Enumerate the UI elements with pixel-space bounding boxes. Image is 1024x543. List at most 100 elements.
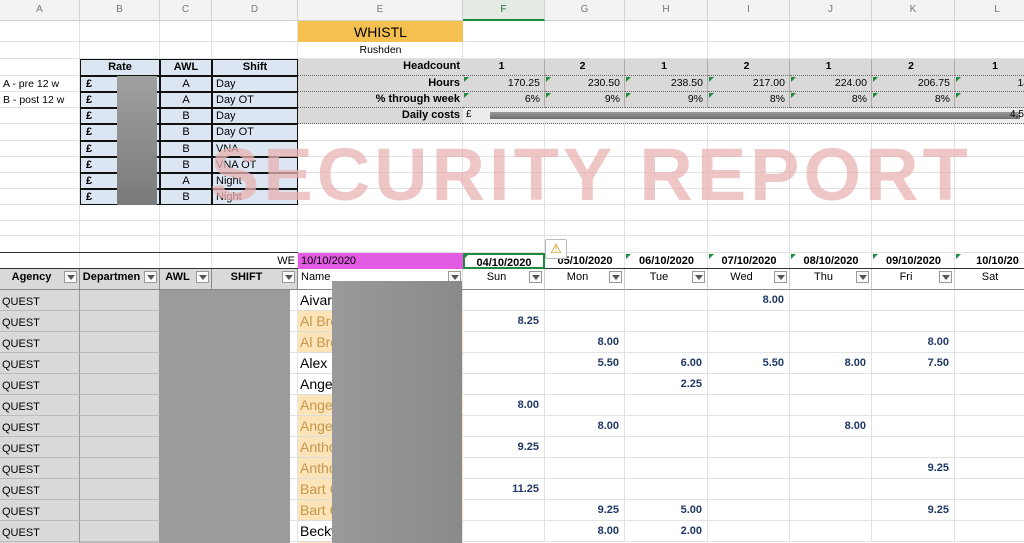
grid-cell[interactable] — [545, 458, 625, 479]
filter-dropdown-button[interactable] — [282, 271, 295, 283]
column-header-a[interactable]: A — [0, 0, 80, 21]
grid-cell[interactable] — [872, 479, 955, 500]
grid-cell[interactable] — [955, 395, 1024, 416]
grid-cell[interactable] — [625, 395, 708, 416]
grid-cell[interactable] — [463, 521, 545, 542]
day-header[interactable]: Sat — [955, 269, 1024, 290]
grid-cell[interactable] — [872, 42, 955, 59]
grid-cell[interactable] — [0, 236, 80, 253]
hours-cell[interactable]: 5. — [955, 479, 1024, 500]
grid-cell[interactable] — [708, 311, 790, 332]
grid-cell[interactable] — [955, 353, 1024, 374]
department-cell[interactable] — [80, 374, 160, 395]
grid-cell[interactable] — [872, 416, 955, 437]
grid-cell[interactable] — [790, 500, 872, 521]
agency-cell[interactable]: QUEST — [0, 290, 80, 311]
department-cell[interactable] — [80, 332, 160, 353]
department-cell[interactable] — [80, 437, 160, 458]
grid-cell[interactable] — [80, 221, 160, 236]
grid-cell[interactable] — [955, 374, 1024, 395]
department-cell[interactable] — [80, 395, 160, 416]
grid-cell[interactable] — [463, 290, 545, 311]
hours-cell[interactable]: 2.25 — [625, 374, 708, 395]
grid-cell[interactable] — [625, 236, 708, 253]
grid-cell[interactable] — [872, 521, 955, 542]
day-header[interactable]: Wed — [708, 269, 790, 290]
hours-cell[interactable]: 2.00 — [625, 521, 708, 542]
grid-cell[interactable] — [463, 374, 545, 395]
grid-cell[interactable] — [80, 205, 160, 221]
grid-cell[interactable] — [545, 374, 625, 395]
grid-cell[interactable] — [80, 42, 160, 59]
grid-cell[interactable] — [545, 290, 625, 311]
grid-cell[interactable] — [160, 221, 212, 236]
day-header[interactable]: Fri — [872, 269, 955, 290]
grid-cell[interactable] — [708, 500, 790, 521]
grid-cell[interactable] — [0, 205, 80, 221]
agency-cell[interactable]: QUEST — [0, 521, 80, 542]
date-header[interactable]: 04/10/2020 — [463, 253, 545, 269]
hours-cell[interactable]: 8.00 — [708, 290, 790, 311]
column-header-d[interactable]: D — [212, 0, 298, 21]
grid-cell[interactable] — [955, 236, 1024, 253]
grid-cell[interactable] — [0, 189, 80, 205]
grid-cell[interactable] — [625, 21, 708, 42]
grid-cell[interactable] — [463, 21, 545, 42]
day-header[interactable]: Tue — [625, 269, 708, 290]
grid-cell[interactable] — [708, 458, 790, 479]
grid-cell[interactable] — [955, 42, 1024, 59]
hours-cell[interactable]: 9.25 — [545, 500, 625, 521]
department-cell[interactable] — [80, 416, 160, 437]
grid-cell[interactable] — [545, 479, 625, 500]
hours-cell[interactable]: 9. — [955, 437, 1024, 458]
grid-cell[interactable] — [955, 290, 1024, 311]
grid-cell[interactable] — [790, 42, 872, 59]
grid-cell[interactable] — [790, 332, 872, 353]
grid-cell[interactable] — [545, 42, 625, 59]
grid-cell[interactable] — [872, 21, 955, 42]
grid-cell[interactable] — [625, 332, 708, 353]
hours-cell[interactable]: 9.25 — [872, 500, 955, 521]
date-header[interactable]: 08/10/2020 — [790, 253, 872, 269]
grid-cell[interactable] — [545, 437, 625, 458]
department-cell[interactable] — [80, 479, 160, 500]
grid-cell[interactable] — [298, 236, 463, 253]
spreadsheet[interactable]: A B C D E F G H I J K L WHISTL Rushden A - pre 12 wB -… — [0, 0, 1024, 543]
grid-cell[interactable] — [625, 458, 708, 479]
grid-cell[interactable] — [708, 21, 790, 42]
hours-cell[interactable]: 8.00 — [872, 332, 955, 353]
hours-cell[interactable]: 8.00 — [545, 521, 625, 542]
hours-cell[interactable]: 5.00 — [625, 500, 708, 521]
date-header[interactable]: 09/10/2020 — [872, 253, 955, 269]
hours-cell[interactable]: 7.50 — [872, 353, 955, 374]
grid-cell[interactable] — [625, 437, 708, 458]
hours-cell[interactable]: 11.25 — [463, 479, 545, 500]
grid-cell[interactable] — [708, 42, 790, 59]
date-header[interactable]: 06/10/2020 — [625, 253, 708, 269]
grid-cell[interactable] — [160, 42, 212, 59]
grid-cell[interactable] — [0, 141, 80, 157]
agency-cell[interactable]: QUEST — [0, 374, 80, 395]
grid-cell[interactable] — [625, 311, 708, 332]
grid-cell[interactable] — [790, 395, 872, 416]
grid-cell[interactable] — [160, 236, 212, 253]
grid-cell[interactable] — [790, 458, 872, 479]
column-header-i[interactable]: I — [708, 0, 790, 21]
grid-cell[interactable] — [0, 108, 80, 124]
grid-cell[interactable] — [790, 290, 872, 311]
agency-cell[interactable]: QUEST — [0, 416, 80, 437]
filter-dropdown-button[interactable] — [144, 271, 157, 283]
shift-header[interactable]: SHIFT — [212, 269, 298, 290]
grid-cell[interactable] — [872, 437, 955, 458]
grid-cell[interactable] — [625, 479, 708, 500]
grid-cell[interactable] — [0, 221, 80, 236]
grid-cell[interactable] — [625, 290, 708, 311]
hours-cell[interactable]: 8.00 — [545, 416, 625, 437]
hours-cell[interactable]: 8.00 — [790, 416, 872, 437]
grid-cell[interactable] — [790, 437, 872, 458]
grid-cell[interactable] — [790, 479, 872, 500]
grid-cell[interactable] — [790, 236, 872, 253]
grid-cell[interactable] — [545, 311, 625, 332]
department-cell[interactable] — [80, 500, 160, 521]
grid-cell[interactable] — [463, 42, 545, 59]
